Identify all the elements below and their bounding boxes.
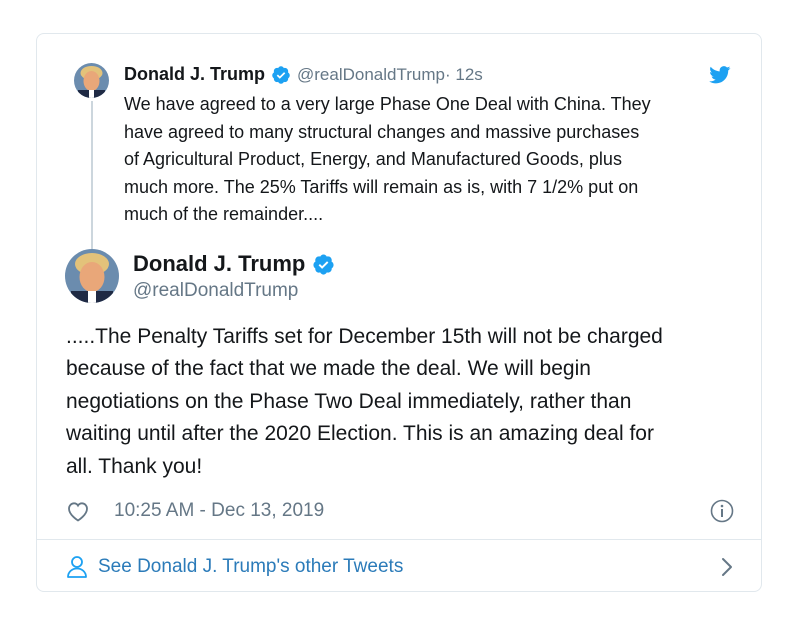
main-handle[interactable]: @realDonaldTrump (133, 280, 298, 302)
parent-timestamp[interactable]: · 12s (445, 65, 483, 85)
parent-tweet-header: Donald J. Trump @realDonaldTrump · 12s (124, 64, 483, 85)
see-other-tweets-label[interactable]: See Donald J. Trump's other Tweets (98, 556, 403, 578)
tweet-meta-row: 10:25 AM - Dec 13, 2019 (66, 496, 734, 526)
main-author-name[interactable]: Donald J. Trump (133, 251, 305, 277)
parent-avatar[interactable] (74, 63, 109, 98)
footer-divider (37, 539, 761, 540)
main-avatar[interactable] (65, 249, 119, 303)
person-icon (66, 555, 88, 579)
twitter-bird-icon[interactable] (709, 66, 731, 84)
embedded-tweet-card: Donald J. Trump @realDonaldTrump · 12s W… (36, 33, 762, 592)
tweet-timestamp[interactable]: 10:25 AM - Dec 13, 2019 (114, 500, 324, 522)
main-tweet-text: .....The Penalty Tariffs set for Decembe… (66, 325, 663, 478)
verified-badge-icon (271, 65, 291, 85)
parent-handle[interactable]: @realDonaldTrump (297, 65, 445, 85)
chevron-right-icon[interactable] (720, 557, 734, 577)
parent-tweet-text: We have agreed to a very large Phase One… (124, 94, 651, 225)
verified-badge-icon (312, 253, 335, 276)
main-author-row: Donald J. Trump (133, 251, 335, 277)
see-other-tweets-link[interactable]: See Donald J. Trump's other Tweets (66, 552, 734, 582)
heart-icon[interactable] (66, 500, 90, 522)
parent-author-name[interactable]: Donald J. Trump (124, 64, 265, 85)
thread-connector-line (91, 101, 93, 254)
info-icon[interactable] (710, 499, 734, 523)
